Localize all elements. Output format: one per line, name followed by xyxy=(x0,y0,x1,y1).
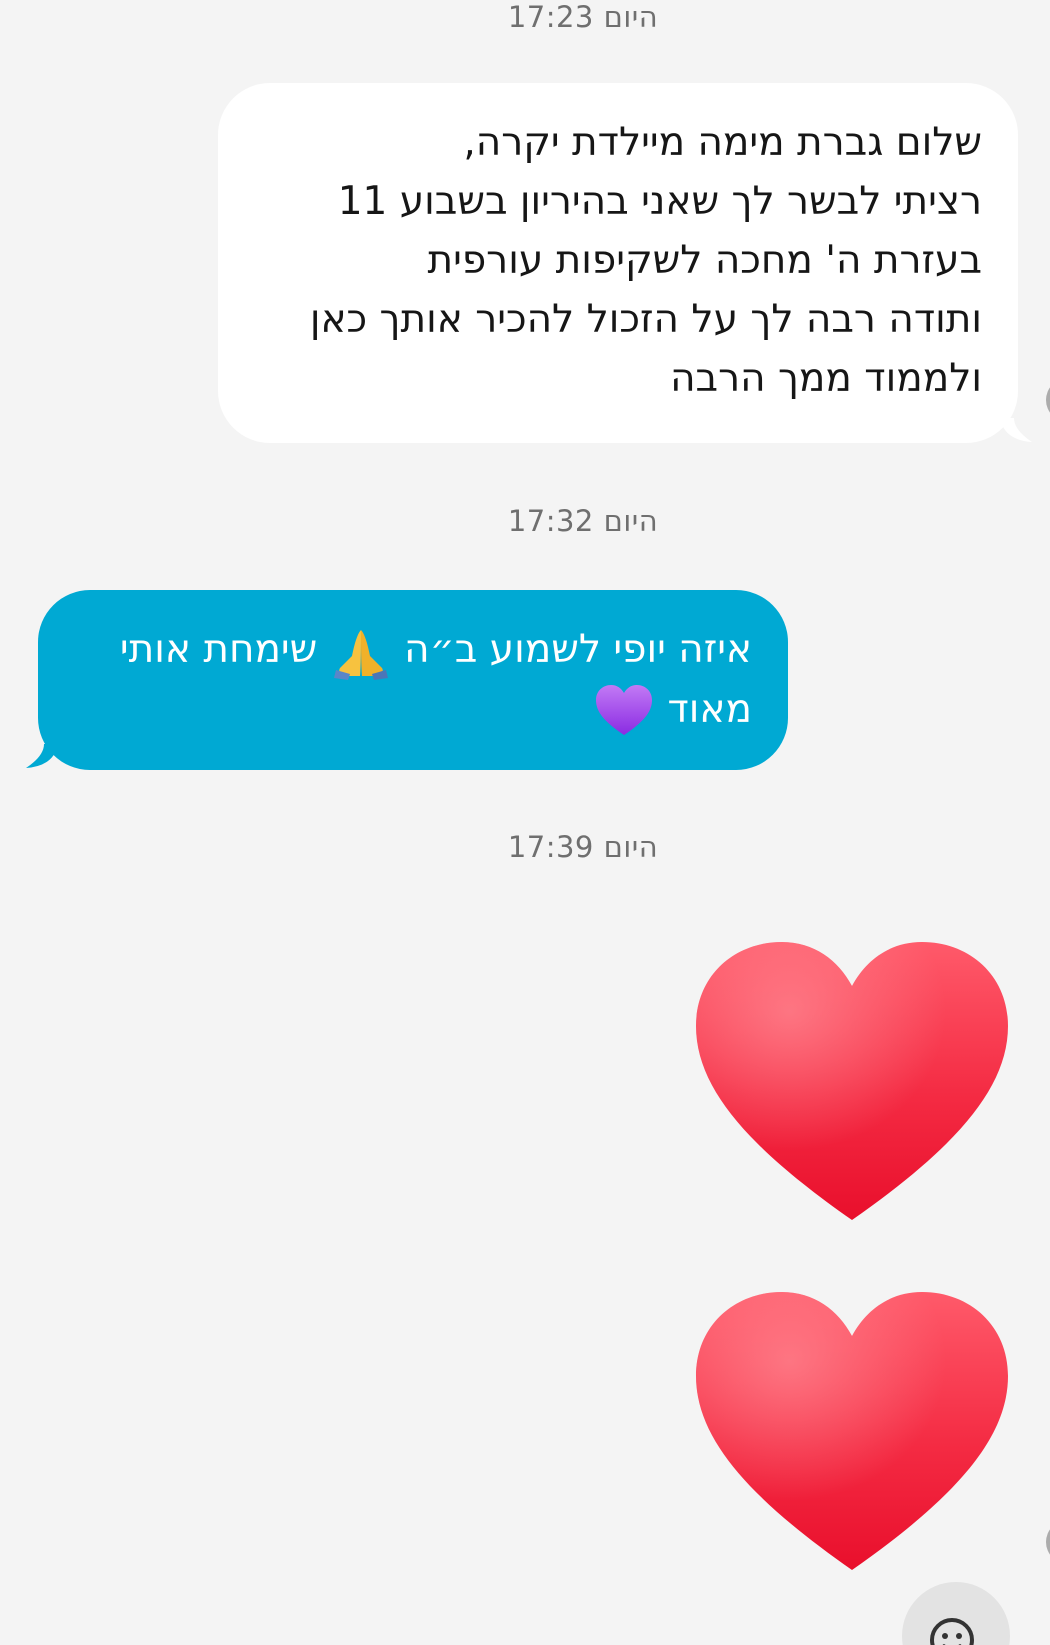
message-text-line: בעזרת ה' מחכה לשקיפות עורפית xyxy=(427,238,982,283)
message-text-line: שלום גברת מימה מיילדת יקרה, xyxy=(463,120,982,165)
message-text-line: ותודה רבה לך על הזכול להכיר אותך כאן xyxy=(309,297,982,342)
message-text: מאוד xyxy=(667,686,752,732)
red-heart-icon[interactable] xyxy=(692,1290,1012,1580)
message-text-line: רציתי לבשר לך שאני בהיריון בשבוע 11 xyxy=(337,179,982,224)
add-reaction-icon xyxy=(930,1618,974,1645)
add-reaction-button[interactable] xyxy=(902,1582,1010,1645)
message-text-line: איזה יופי לשמוע ב״ה שימחת אותי xyxy=(68,620,752,680)
folded-hands-icon xyxy=(333,629,388,680)
message-text: שימחת אותי xyxy=(119,627,318,672)
incoming-message-bubble[interactable]: שלום גברת מימה מיילדת יקרה, רציתי לבשר ל… xyxy=(218,83,1018,443)
avatar[interactable] xyxy=(1046,1520,1050,1564)
message-text-line: מאוד xyxy=(68,680,752,740)
message-timestamp: היום 17:32 xyxy=(507,504,659,538)
message-text-line: ולממוד ממך הרבה xyxy=(670,356,982,401)
outgoing-bubble-tail xyxy=(26,744,58,768)
message-timestamp: היום 17:39 xyxy=(507,830,659,864)
message-text: איזה יופי לשמוע ב״ה xyxy=(404,627,752,672)
outgoing-message-bubble[interactable]: איזה יופי לשמוע ב״ה שימחת אותי מאוד xyxy=(38,590,788,770)
chat-thread: היום 17:23 שלום גברת מימה מיילדת יקרה, ר… xyxy=(0,0,1050,1645)
avatar[interactable] xyxy=(1046,378,1050,422)
red-heart-icon[interactable] xyxy=(692,940,1012,1230)
purple-heart-icon xyxy=(596,685,653,735)
message-timestamp: היום 17:23 xyxy=(507,0,659,34)
incoming-bubble-tail xyxy=(1000,418,1032,442)
